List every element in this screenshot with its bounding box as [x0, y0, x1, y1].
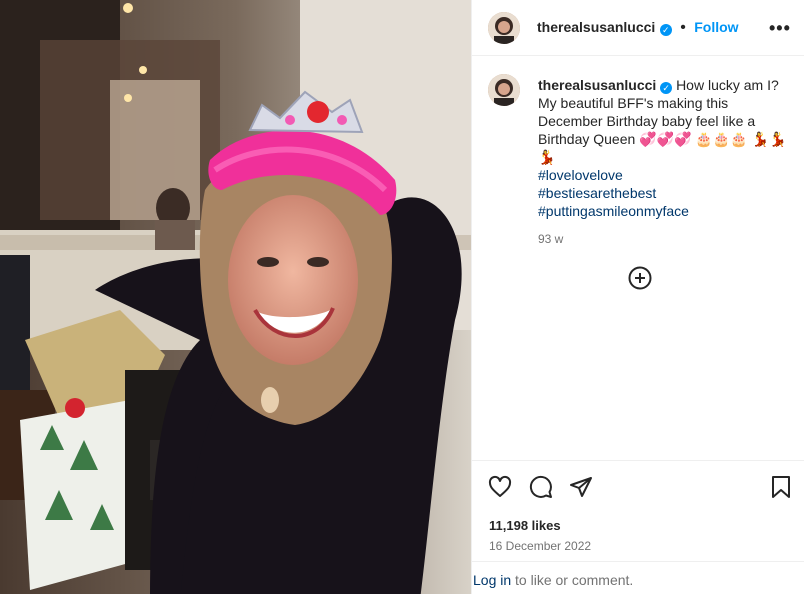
login-prompt: Log in to like or comment.: [472, 561, 804, 595]
hashtag-link[interactable]: #lovelovelove: [538, 166, 788, 184]
login-prompt-text: to like or comment.: [511, 572, 634, 588]
separator-dot: •: [680, 19, 686, 36]
caption-username[interactable]: therealsusanlucci: [538, 77, 656, 93]
post-actions-section: 11,198 likes 16 December 2022 Log in to …: [472, 460, 804, 594]
post-details-panel: therealsusanlucci ✓ • Follow ••• thereal…: [471, 0, 804, 594]
hashtag-link[interactable]: #bestiesarethebest: [538, 184, 788, 202]
save-bookmark-icon[interactable]: [769, 475, 793, 504]
post-header: therealsusanlucci ✓ • Follow •••: [472, 0, 804, 56]
likes-count[interactable]: 11,198 likes: [489, 518, 561, 533]
caption-avatar[interactable]: [488, 74, 520, 106]
author-avatar[interactable]: [488, 12, 520, 44]
load-more-comments-icon[interactable]: [628, 266, 652, 295]
post-date: 16 December 2022: [489, 539, 592, 553]
post-caption: therealsusanlucci ✓ How lucky am I? My b…: [538, 76, 788, 248]
share-icon[interactable]: [569, 475, 593, 504]
post-photo[interactable]: [0, 0, 471, 594]
comment-icon[interactable]: [529, 475, 553, 504]
header-user-row: therealsusanlucci ✓ • Follow: [537, 19, 739, 37]
hashtag-link[interactable]: #puttingasmileonmyface: [538, 202, 788, 220]
avatar-image: [488, 74, 520, 106]
photo-illustration: [0, 0, 471, 594]
follow-button[interactable]: Follow: [694, 19, 738, 35]
more-options-icon[interactable]: •••: [769, 18, 791, 39]
heart-icon[interactable]: [488, 475, 512, 504]
login-link[interactable]: Log in: [473, 572, 511, 588]
verified-badge-icon: ✓: [660, 82, 673, 94]
author-username[interactable]: therealsusanlucci: [537, 19, 655, 35]
verified-badge-icon: ✓: [659, 24, 672, 36]
caption-timestamp: 93 w: [538, 232, 564, 246]
avatar-image: [488, 12, 520, 44]
